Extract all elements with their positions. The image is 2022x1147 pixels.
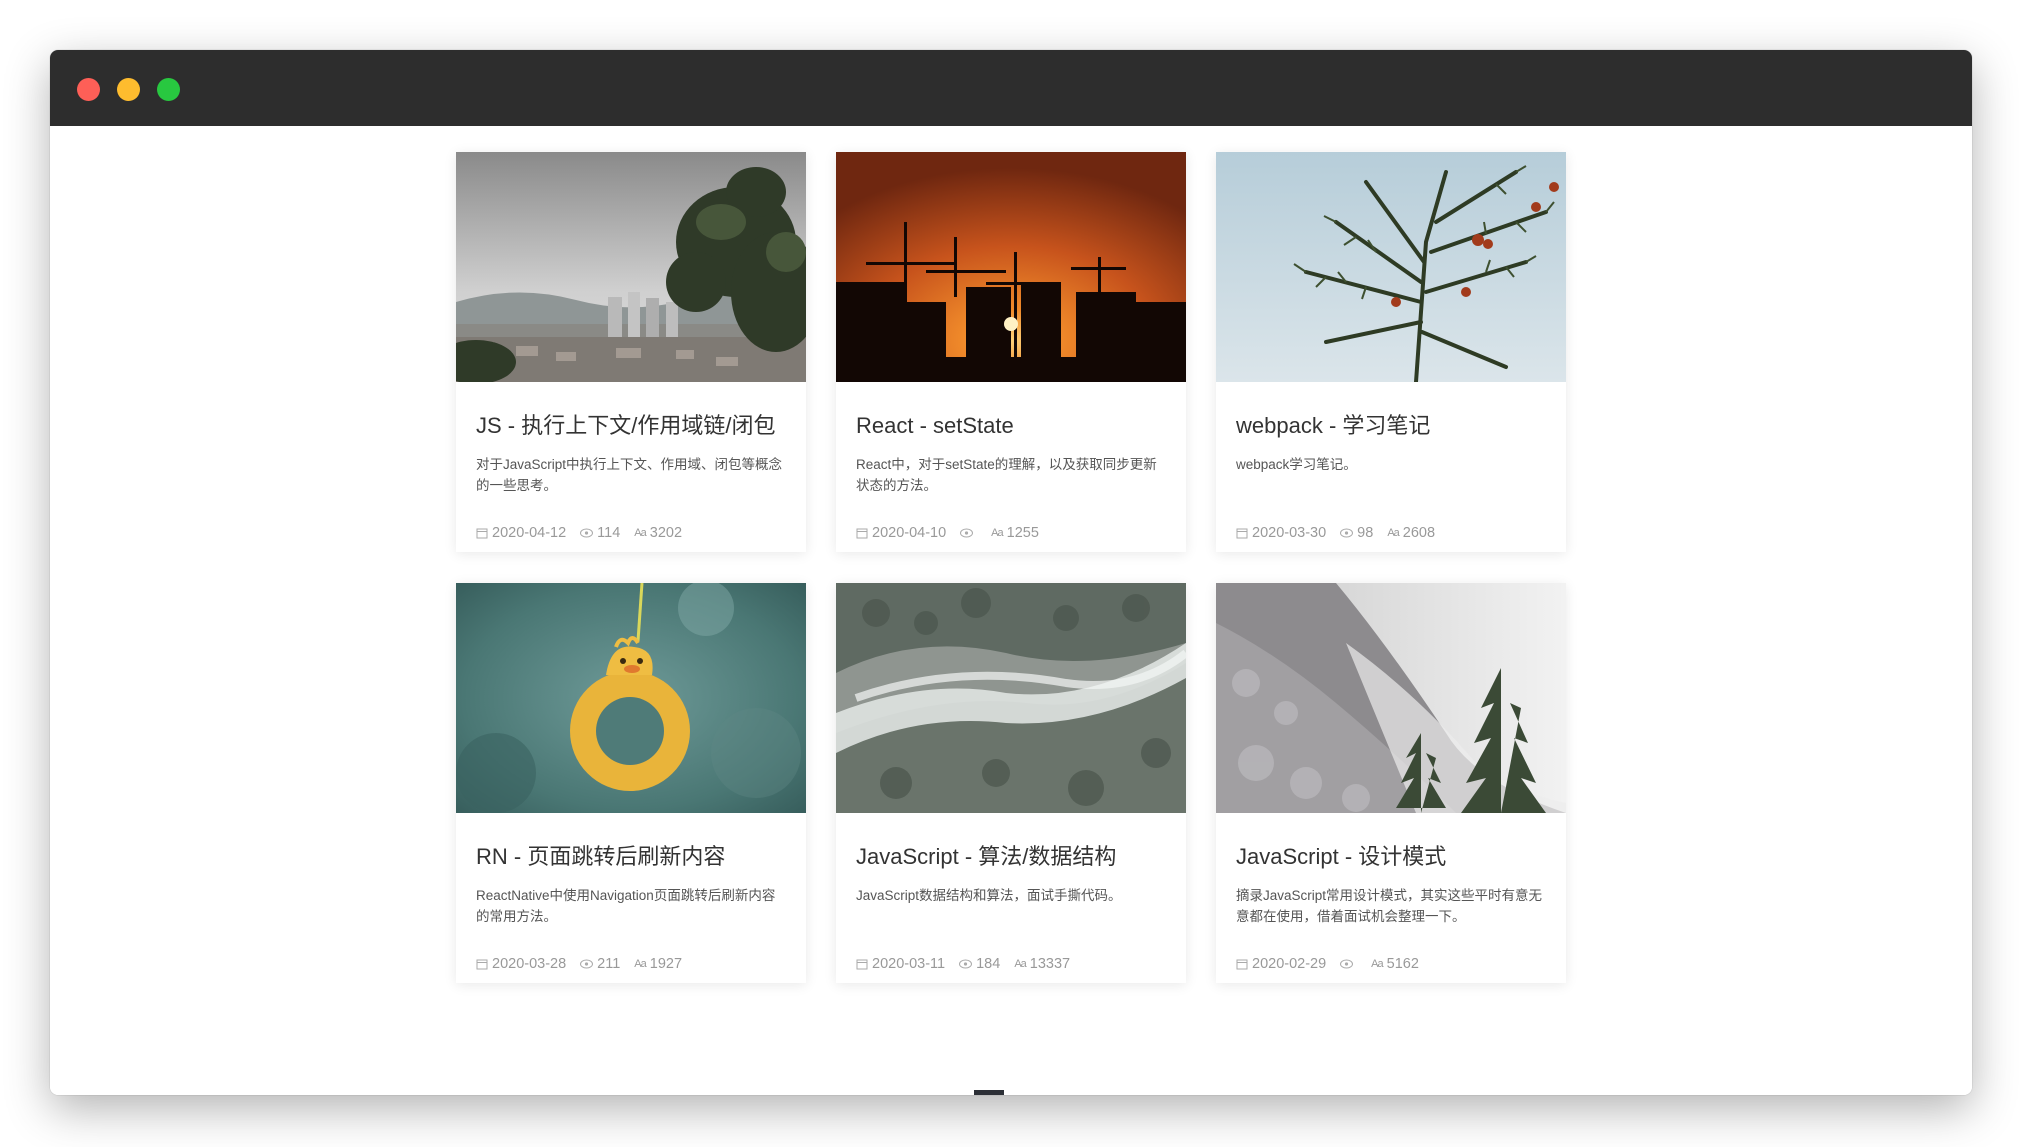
browser-window: JS - 执行上下文/作用域链/闭包 对于JavaScript中执行上下文、作用… [50, 50, 1972, 1095]
eye-icon [1340, 528, 1354, 538]
article-meta: 2020-02-29 Aa 5162 [1236, 955, 1552, 973]
article-meta: 2020-04-12 114 Aa 3202 [476, 524, 792, 542]
font-size-icon: Aa [991, 527, 1004, 539]
conifer-branch-image[interactable] [1216, 152, 1566, 382]
article-title[interactable]: JavaScript - 算法/数据结构 [856, 843, 1172, 871]
article-description: JavaScript数据结构和算法，面试手撕代码。 [856, 888, 1122, 903]
eye-icon [580, 959, 594, 969]
article-description: 摘录JavaScript常用设计模式，其实这些平时有意无意都在使用，借着面试机会… [1236, 888, 1543, 924]
window-titlebar [50, 50, 1972, 127]
calendar-icon [856, 527, 868, 539]
eye-icon [960, 528, 974, 538]
article-title[interactable]: JavaScript - 设计模式 [1236, 843, 1552, 871]
maximize-window-button[interactable] [157, 78, 180, 101]
article-views: 114 [597, 525, 621, 541]
eye-icon [580, 528, 594, 538]
yellow-duck-ring-image[interactable] [456, 583, 806, 813]
minimize-window-button[interactable] [117, 78, 140, 101]
close-window-button[interactable] [77, 78, 100, 101]
views-meta: 98 [1340, 524, 1373, 542]
next-page-button[interactable]: > [1118, 1090, 1148, 1095]
font-size-icon: Aa [1387, 527, 1400, 539]
article-card[interactable]: JavaScript - 设计模式 摘录JavaScript常用设计模式，其实这… [1216, 583, 1566, 983]
date-meta: 2020-04-10 [856, 524, 946, 542]
date-meta: 2020-02-29 [1236, 955, 1326, 973]
article-words: 3202 [649, 525, 683, 541]
article-title[interactable]: React - setState [856, 412, 1172, 440]
article-views: 98 [1357, 525, 1374, 541]
article-description: React中，对于setState的理解，以及获取同步更新状态的方法。 [856, 457, 1157, 493]
page-1-button[interactable]: 1 [974, 1090, 1004, 1095]
views-meta: 114 [580, 524, 620, 542]
article-views: 184 [976, 956, 1001, 972]
article-date: 2020-04-12 [492, 525, 567, 541]
date-meta: 2020-03-28 [476, 955, 566, 973]
article-title[interactable]: JS - 执行上下文/作用域链/闭包 [476, 412, 792, 440]
views-meta [960, 528, 977, 538]
article-description: ReactNative中使用Navigation页面跳转后刷新内容的常用方法。 [476, 888, 776, 924]
article-meta: 2020-04-10 Aa 1255 [856, 524, 1172, 542]
date-meta: 2020-03-30 [1236, 524, 1326, 542]
article-meta: 2020-03-28 211 Aa 1927 [476, 955, 792, 973]
eye-icon [1340, 959, 1354, 969]
views-meta: 184 [959, 955, 1000, 973]
eye-icon [959, 959, 973, 969]
article-title[interactable]: webpack - 学习笔记 [1236, 412, 1552, 440]
views-meta [1340, 959, 1357, 969]
date-meta: 2020-04-12 [476, 524, 566, 542]
article-title[interactable]: RN - 页面跳转后刷新内容 [476, 843, 792, 871]
sunset-construction-image[interactable] [836, 152, 1186, 382]
article-words: 2608 [1402, 525, 1436, 541]
views-meta: 211 [580, 955, 620, 973]
foggy-mountain-image[interactable] [1216, 583, 1566, 813]
date-meta: 2020-03-11 [856, 955, 945, 973]
words-meta: Aa 1255 [991, 524, 1039, 542]
page-4-button[interactable]: 4 [1082, 1090, 1112, 1095]
calendar-icon [1236, 527, 1248, 539]
page-content: JS - 执行上下文/作用域链/闭包 对于JavaScript中执行上下文、作用… [50, 126, 1972, 1095]
article-date: 2020-03-11 [872, 956, 946, 972]
calendar-icon [856, 958, 868, 970]
article-meta: 2020-03-11 184 Aa 13337 [856, 955, 1172, 973]
font-size-icon: Aa [634, 527, 647, 539]
font-size-icon: Aa [634, 958, 647, 970]
article-card[interactable]: webpack - 学习笔记 webpack学习笔记。 2020-03-30 9… [1216, 152, 1566, 552]
article-date: 2020-03-28 [492, 956, 567, 972]
article-date: 2020-04-10 [872, 525, 947, 541]
article-words: 13337 [1029, 956, 1071, 972]
city-skyline-image[interactable] [456, 152, 806, 382]
article-words: 1255 [1006, 525, 1039, 541]
article-date: 2020-02-29 [1252, 956, 1327, 972]
words-meta: Aa 5162 [1371, 955, 1419, 973]
article-meta: 2020-03-30 98 Aa 2608 [1236, 524, 1552, 542]
misty-forest-image[interactable] [836, 583, 1186, 813]
page-3-button[interactable]: 3 [1046, 1090, 1076, 1095]
words-meta: Aa 2608 [1387, 524, 1435, 542]
article-card[interactable]: JS - 执行上下文/作用域链/闭包 对于JavaScript中执行上下文、作用… [456, 152, 806, 552]
article-description: webpack学习笔记。 [1236, 457, 1357, 472]
words-meta: Aa 13337 [1014, 955, 1070, 973]
pagination: 1 2 3 4 > [974, 1090, 1154, 1095]
calendar-icon [476, 958, 488, 970]
words-meta: Aa 3202 [634, 524, 682, 542]
article-description: 对于JavaScript中执行上下文、作用域、闭包等概念的一些思考。 [476, 457, 783, 493]
calendar-icon [476, 527, 488, 539]
words-meta: Aa 1927 [634, 955, 682, 973]
calendar-icon [1236, 958, 1248, 970]
article-words: 5162 [1386, 956, 1419, 972]
font-size-icon: Aa [1371, 958, 1384, 970]
article-card[interactable]: React - setState React中，对于setState的理解，以及… [836, 152, 1186, 552]
article-words: 1927 [649, 956, 683, 972]
font-size-icon: Aa [1014, 958, 1027, 970]
page-2-button[interactable]: 2 [1010, 1090, 1040, 1095]
article-card[interactable]: RN - 页面跳转后刷新内容 ReactNative中使用Navigation页… [456, 583, 806, 983]
article-views: 211 [597, 956, 621, 972]
article-date: 2020-03-30 [1252, 525, 1327, 541]
article-card[interactable]: JavaScript - 算法/数据结构 JavaScript数据结构和算法，面… [836, 583, 1186, 983]
